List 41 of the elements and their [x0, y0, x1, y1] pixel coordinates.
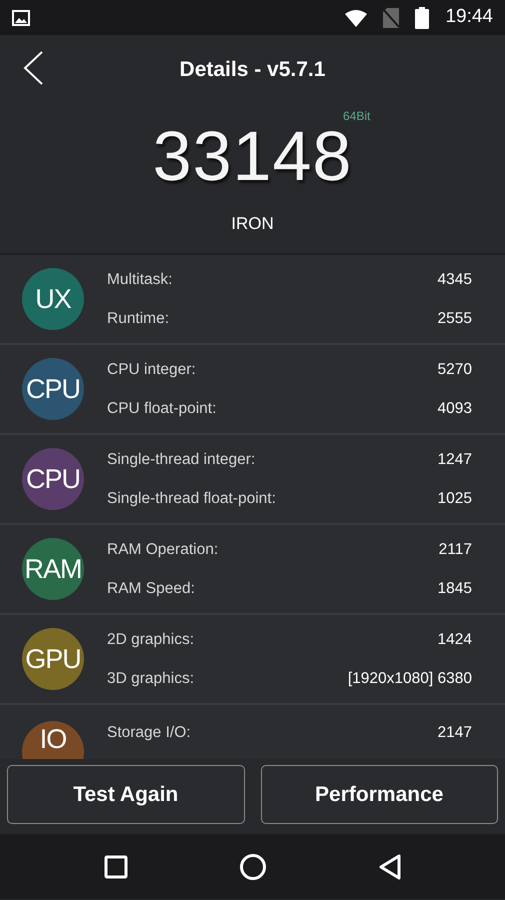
- metric-label: 2D graphics:: [107, 630, 194, 650]
- category-badge: CPU: [22, 448, 84, 510]
- metric-score: 1424: [438, 630, 472, 650]
- metric-score: [1920x1080] 6380: [348, 669, 472, 689]
- metric-score: 1025: [438, 489, 472, 509]
- metric-label: RAM Speed:: [107, 579, 195, 599]
- battery-icon: [415, 6, 430, 28]
- metric-label: Single-thread float-point:: [107, 489, 276, 509]
- wifi-icon: [345, 8, 368, 26]
- action-button[interactable]: Performance: [260, 765, 498, 824]
- metric-label: CPU float-point:: [107, 399, 216, 419]
- metric-score: 4093: [438, 399, 472, 419]
- page-title: Details - v5.7.1: [180, 57, 326, 84]
- metric-label: CPU integer:: [107, 360, 196, 380]
- metric-score: 5270: [438, 360, 472, 380]
- no-sim-icon: [383, 8, 400, 28]
- metric-score: 2555: [438, 309, 472, 329]
- metric-label: 3D graphics:: [107, 669, 194, 689]
- category-badge: IO: [22, 721, 84, 759]
- category-badge: GPU: [22, 628, 84, 690]
- home-icon[interactable]: [238, 852, 266, 880]
- metric-score: 1247: [438, 450, 472, 470]
- device-name: IRON: [231, 213, 274, 236]
- metric-label: Runtime:: [107, 309, 170, 329]
- metric-label: RAM Operation:: [107, 540, 218, 560]
- recents-icon[interactable]: [104, 854, 128, 878]
- metric-label: Single-thread integer:: [107, 450, 256, 470]
- clock-time: 19:44: [445, 5, 493, 30]
- category-badge: RAM: [22, 538, 84, 600]
- back-icon[interactable]: [378, 852, 402, 880]
- metric-score: 2147: [438, 723, 472, 743]
- back-button[interactable]: [22, 50, 44, 86]
- metric-score: 4345: [438, 270, 472, 290]
- metric-score: 2117: [438, 540, 472, 560]
- action-button[interactable]: Test Again: [7, 765, 244, 824]
- metric-label: Multitask:: [107, 270, 172, 290]
- category-badge: CPU: [22, 358, 84, 420]
- gallery-icon: [12, 10, 30, 26]
- metric-label: Storage I/O:: [107, 723, 191, 743]
- category-badge: UX: [22, 268, 84, 330]
- metric-score: 1845: [438, 579, 472, 599]
